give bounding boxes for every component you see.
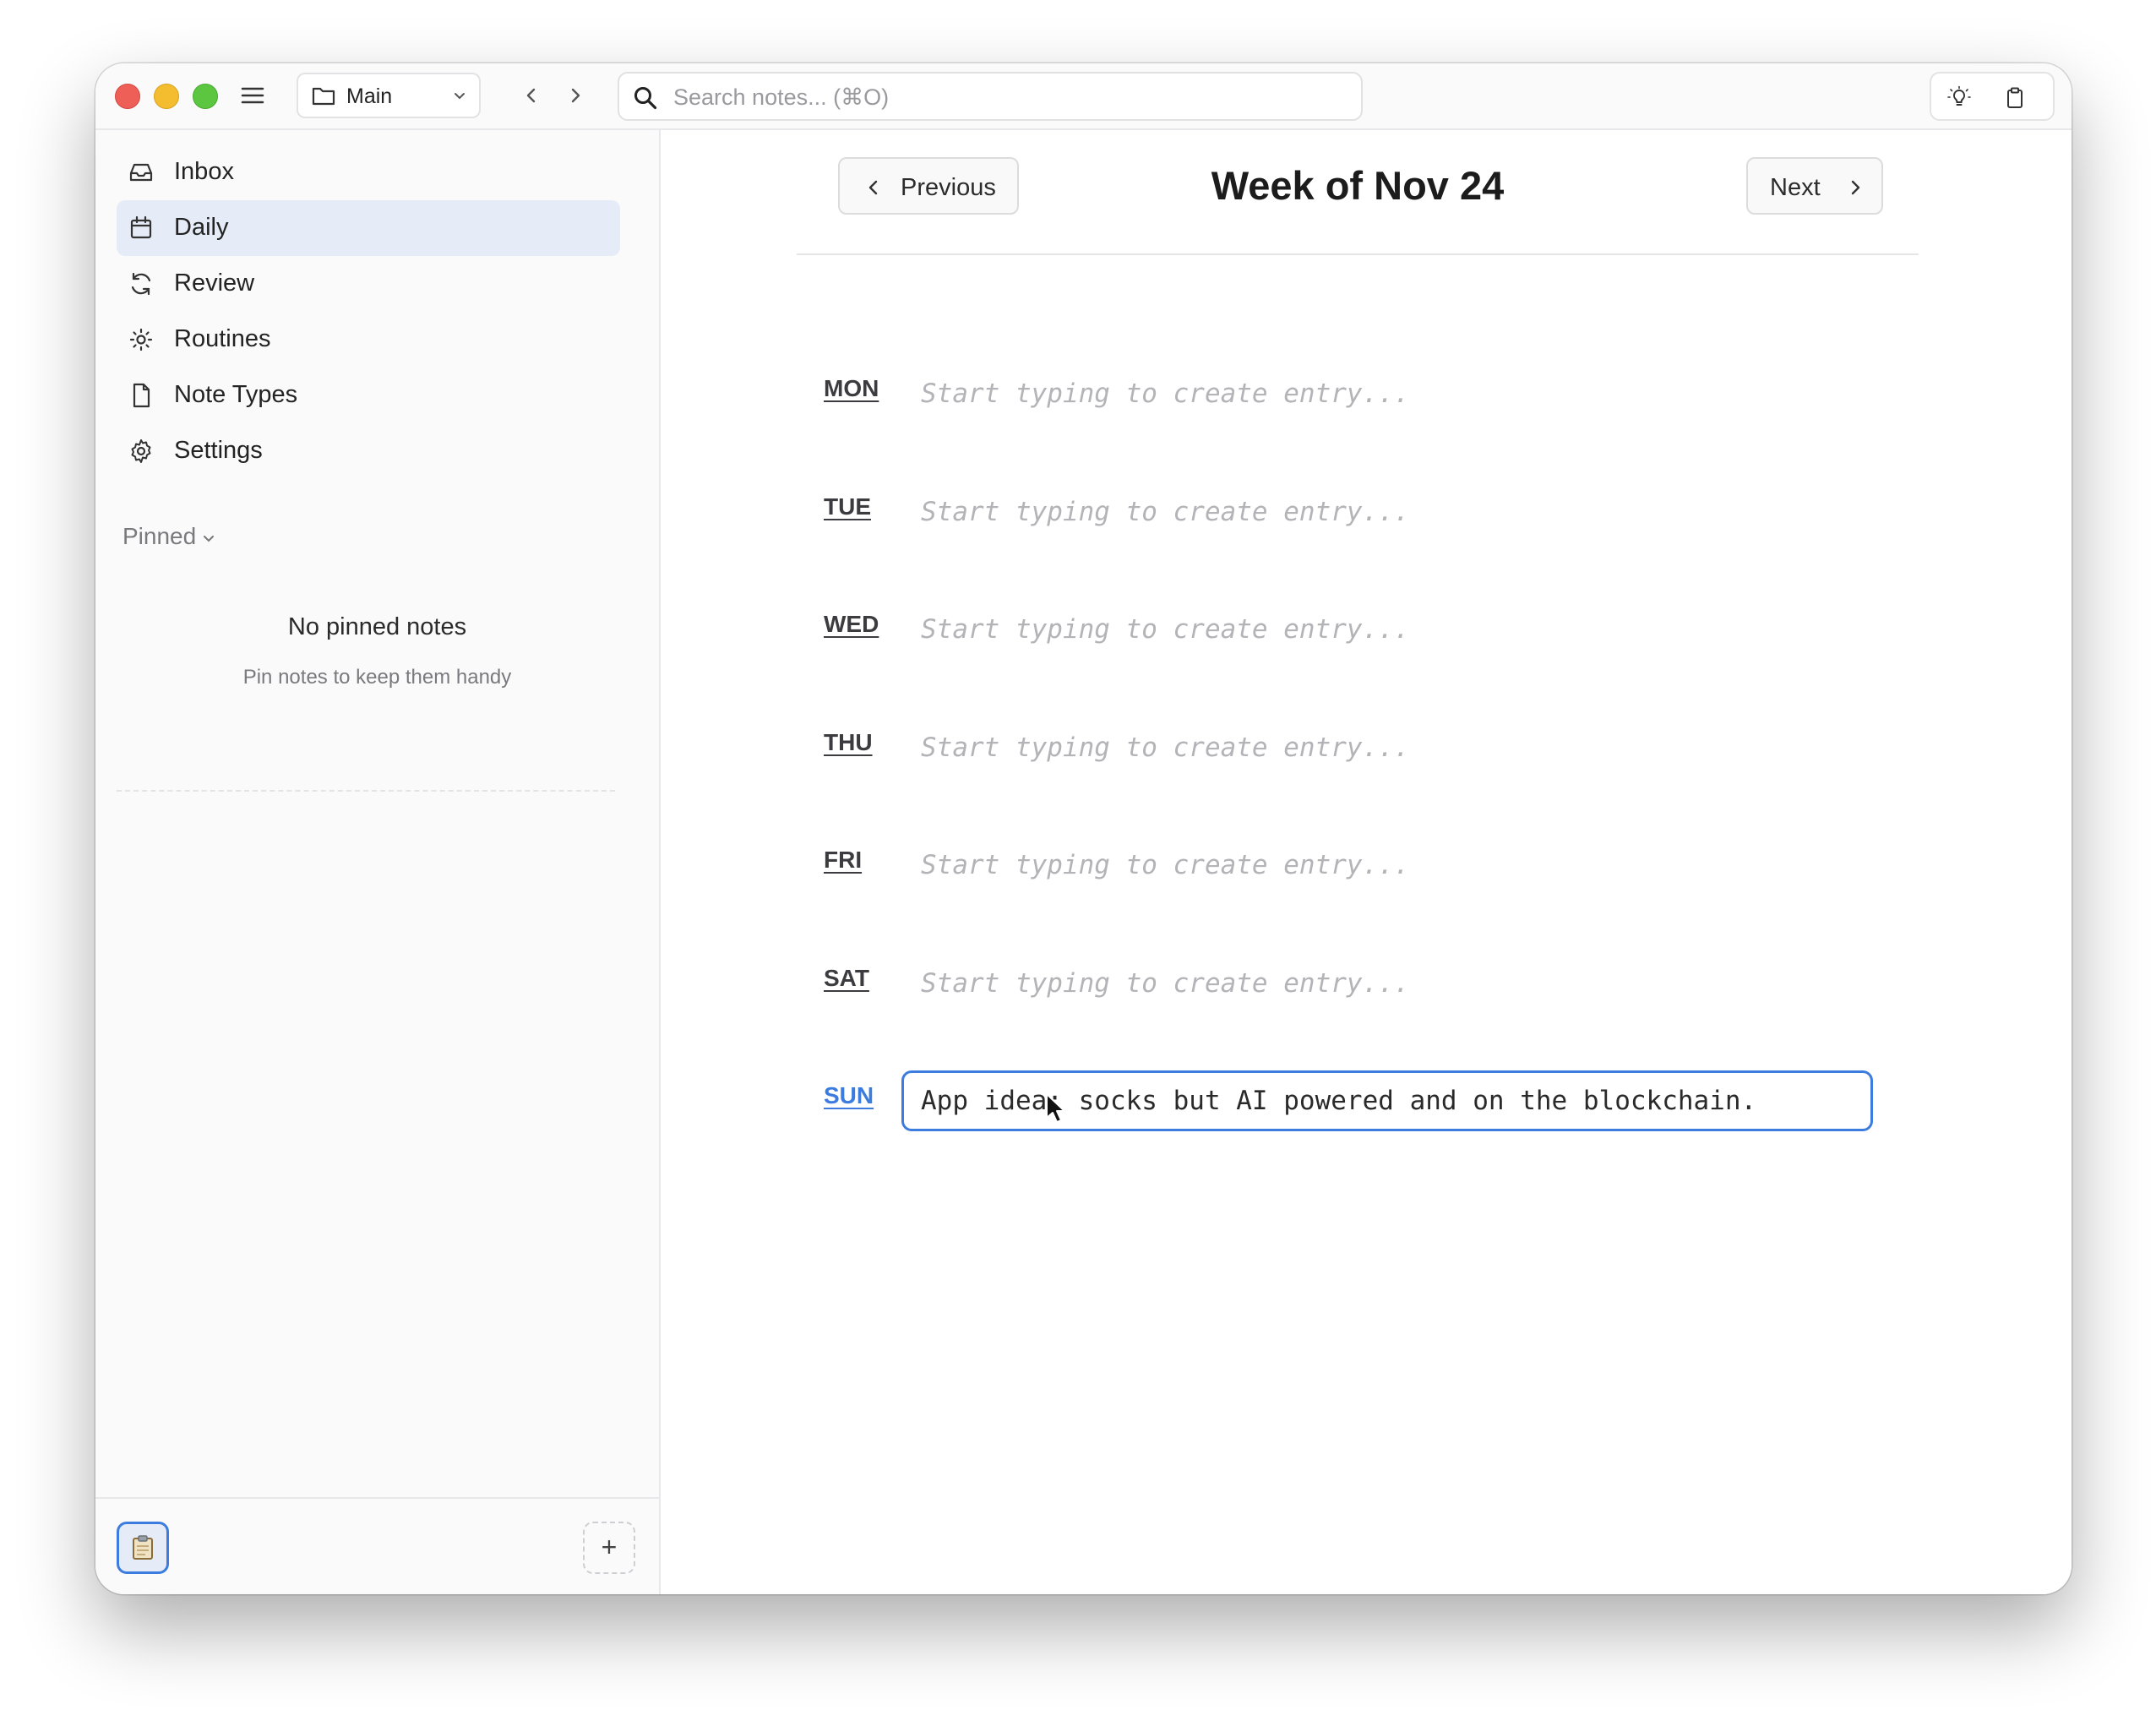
vault-name: Main — [346, 84, 393, 108]
clipboard-icon[interactable] — [2002, 85, 2028, 115]
sidebar-item-inbox[interactable]: Inbox — [117, 144, 620, 200]
refresh-icon — [128, 270, 155, 302]
sidebar-item-settings[interactable]: Settings — [117, 423, 620, 479]
sidebar-item-label: Settings — [174, 437, 263, 464]
pinned-section-toggle[interactable]: Pinned — [122, 523, 216, 550]
vault-selector[interactable]: Main — [297, 73, 481, 118]
search-bar[interactable] — [618, 72, 1363, 121]
sidebar-item-daily[interactable]: Daily — [117, 200, 620, 256]
entry-input-wed[interactable] — [901, 599, 1873, 660]
day-label-tue[interactable]: TUE — [824, 493, 871, 520]
maximize-window-button[interactable] — [193, 84, 218, 109]
next-label: Next — [1770, 174, 1821, 201]
day-label-fri[interactable]: FRI — [824, 847, 862, 874]
close-window-button[interactable] — [115, 84, 140, 109]
main-content: Previous Week of Nov 24 Next MON TUE WED… — [661, 130, 2072, 1594]
day-label-wed[interactable]: WED — [824, 611, 879, 638]
sidebar-item-note-types[interactable]: Note Types — [117, 368, 620, 423]
toolbar-right-group — [1930, 72, 2055, 121]
lightbulb-icon[interactable] — [1946, 85, 1972, 115]
sidebar-item-label: Note Types — [174, 381, 298, 408]
sidebar-item-label: Inbox — [174, 158, 234, 185]
entry-input-sat[interactable] — [901, 953, 1873, 1014]
sidebar-item-label: Review — [174, 270, 255, 297]
entry-input-fri[interactable] — [901, 835, 1873, 896]
entry-input-thu[interactable] — [901, 717, 1873, 778]
next-week-button[interactable]: Next — [1746, 157, 1883, 215]
pinned-empty-subtitle: Pin notes to keep them handy — [242, 666, 512, 689]
pinned-divider — [117, 790, 615, 792]
back-arrow-icon[interactable] — [516, 80, 547, 111]
calendar-icon — [128, 215, 155, 246]
day-label-thu[interactable]: THU — [824, 729, 873, 756]
sidebar-item-label: Routines — [174, 325, 271, 352]
day-label-sat[interactable]: SAT — [824, 965, 869, 992]
pinned-empty-title: No pinned notes — [287, 613, 467, 640]
chevron-down-icon — [204, 535, 215, 542]
sidebar-footer: + — [95, 1497, 659, 1594]
chevron-down-icon — [452, 88, 467, 107]
entry-input-tue[interactable] — [901, 482, 1873, 542]
forward-arrow-icon[interactable] — [560, 80, 591, 111]
sidebar-item-label: Daily — [174, 214, 229, 241]
app-window: Main Search notes... (⌘O) Inbox Daily Re… — [95, 63, 2072, 1594]
hamburger-menu-icon[interactable] — [239, 82, 266, 109]
day-label-sun[interactable]: SUN — [824, 1082, 874, 1109]
mouse-pointer-icon — [1045, 1092, 1067, 1129]
sidebar: Inbox Daily Review Routines Note Types S… — [95, 130, 661, 1594]
search-input[interactable] — [672, 80, 1334, 114]
sidebar-item-routines[interactable]: Routines — [117, 312, 620, 368]
sun-icon — [128, 326, 155, 357]
folder-icon — [312, 84, 335, 111]
clipboard-icon — [133, 1535, 153, 1560]
chevron-right-icon — [1851, 180, 1860, 195]
pinned-label: Pinned — [122, 523, 197, 549]
document-icon — [128, 382, 155, 413]
title-bar: Main — [95, 63, 2072, 130]
minimize-window-button[interactable] — [154, 84, 179, 109]
notes-view-button[interactable] — [117, 1522, 169, 1574]
search-icon — [633, 85, 658, 115]
entry-input-mon[interactable] — [901, 363, 1873, 424]
add-button[interactable]: + — [583, 1522, 635, 1574]
gear-icon — [128, 438, 155, 469]
day-label-mon[interactable]: MON — [824, 375, 879, 402]
week-header: Previous Week of Nov 24 Next — [797, 130, 1919, 255]
inbox-icon — [128, 159, 155, 190]
sidebar-item-review[interactable]: Review — [117, 256, 620, 312]
